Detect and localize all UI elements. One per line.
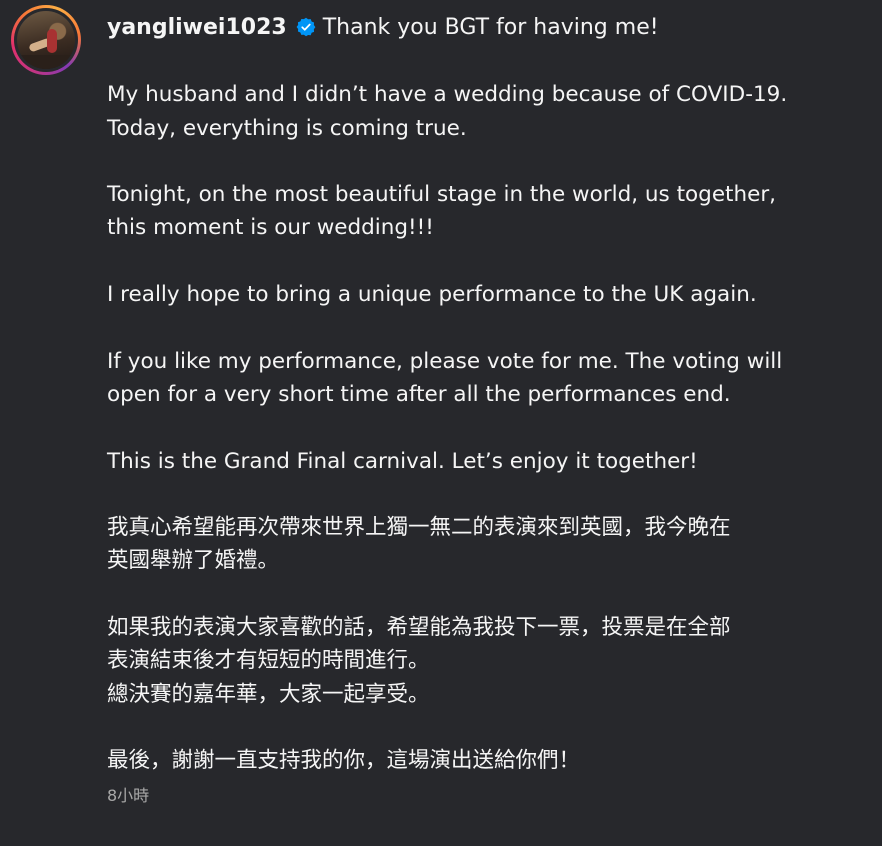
avatar-photo-floor xyxy=(17,55,75,69)
caption-paragraph: 最後，謝謝一直支持我的你，這場演出送給你們！ xyxy=(107,744,867,777)
caption-paragraph: If you like my performance, please vote … xyxy=(107,345,867,412)
post-timestamp[interactable]: 8小時 xyxy=(107,782,867,806)
caption-first-line: Thank you BGT for having me! xyxy=(322,14,659,40)
caption-line: If you like my performance, please vote … xyxy=(107,348,783,374)
caption-line: Tonight, on the most beautiful stage in … xyxy=(107,182,776,208)
caption-header: yangliwei1023 Thank you BGT for having m… xyxy=(107,9,867,45)
caption-paragraph: 我真心希望能再次帶來世界上獨一無二的表演來到英國，我今晚在 英國舉辦了婚禮。 xyxy=(107,511,867,578)
username-link[interactable]: yangliwei1023 xyxy=(107,15,287,40)
avatar[interactable] xyxy=(17,11,75,69)
caption-paragraph: I really hope to bring a unique performa… xyxy=(107,278,867,311)
caption-line: This is the Grand Final carnival. Let’s … xyxy=(107,448,698,474)
verified-badge-icon xyxy=(296,17,316,37)
caption-line: 如果我的表演大家喜歡的話，希望能為我投下一票，投票是在全部 xyxy=(107,615,731,641)
caption-line: I really hope to bring a unique performa… xyxy=(107,282,757,308)
caption-line: 我真心希望能再次帶來世界上獨一無二的表演來到英國，我今晚在 xyxy=(107,515,731,541)
caption-paragraph: Tonight, on the most beautiful stage in … xyxy=(107,178,867,245)
caption-line: open for a very short time after all the… xyxy=(107,381,731,407)
avatar-photo-figure xyxy=(47,29,57,53)
caption-line: 英國舉辦了婚禮。 xyxy=(107,548,280,574)
avatar-story-ring[interactable] xyxy=(11,5,81,75)
caption-paragraph: This is the Grand Final carnival. Let’s … xyxy=(107,445,867,478)
avatar-gap xyxy=(14,8,78,72)
caption-body: My husband and I didn’t have a wedding b… xyxy=(107,45,867,778)
caption-line: 最後，謝謝一直支持我的你，這場演出送給你們！ xyxy=(107,748,581,774)
caption-line: My husband and I didn’t have a wedding b… xyxy=(107,82,788,108)
caption-paragraph: My husband and I didn’t have a wedding b… xyxy=(107,78,867,145)
caption-line: this moment is our wedding!!! xyxy=(107,215,434,241)
caption-paragraph: 如果我的表演大家喜歡的話，希望能為我投下一票，投票是在全部 表演結束後才有短短的時… xyxy=(107,611,867,711)
caption-line: 表演結束後才有短短的時間進行。 xyxy=(107,648,430,674)
post-caption: yangliwei1023 Thank you BGT for having m… xyxy=(107,9,867,806)
caption-line: 總決賽的嘉年華，大家一起享受。 xyxy=(107,681,430,707)
caption-line: Today, everything is coming true. xyxy=(107,115,467,141)
